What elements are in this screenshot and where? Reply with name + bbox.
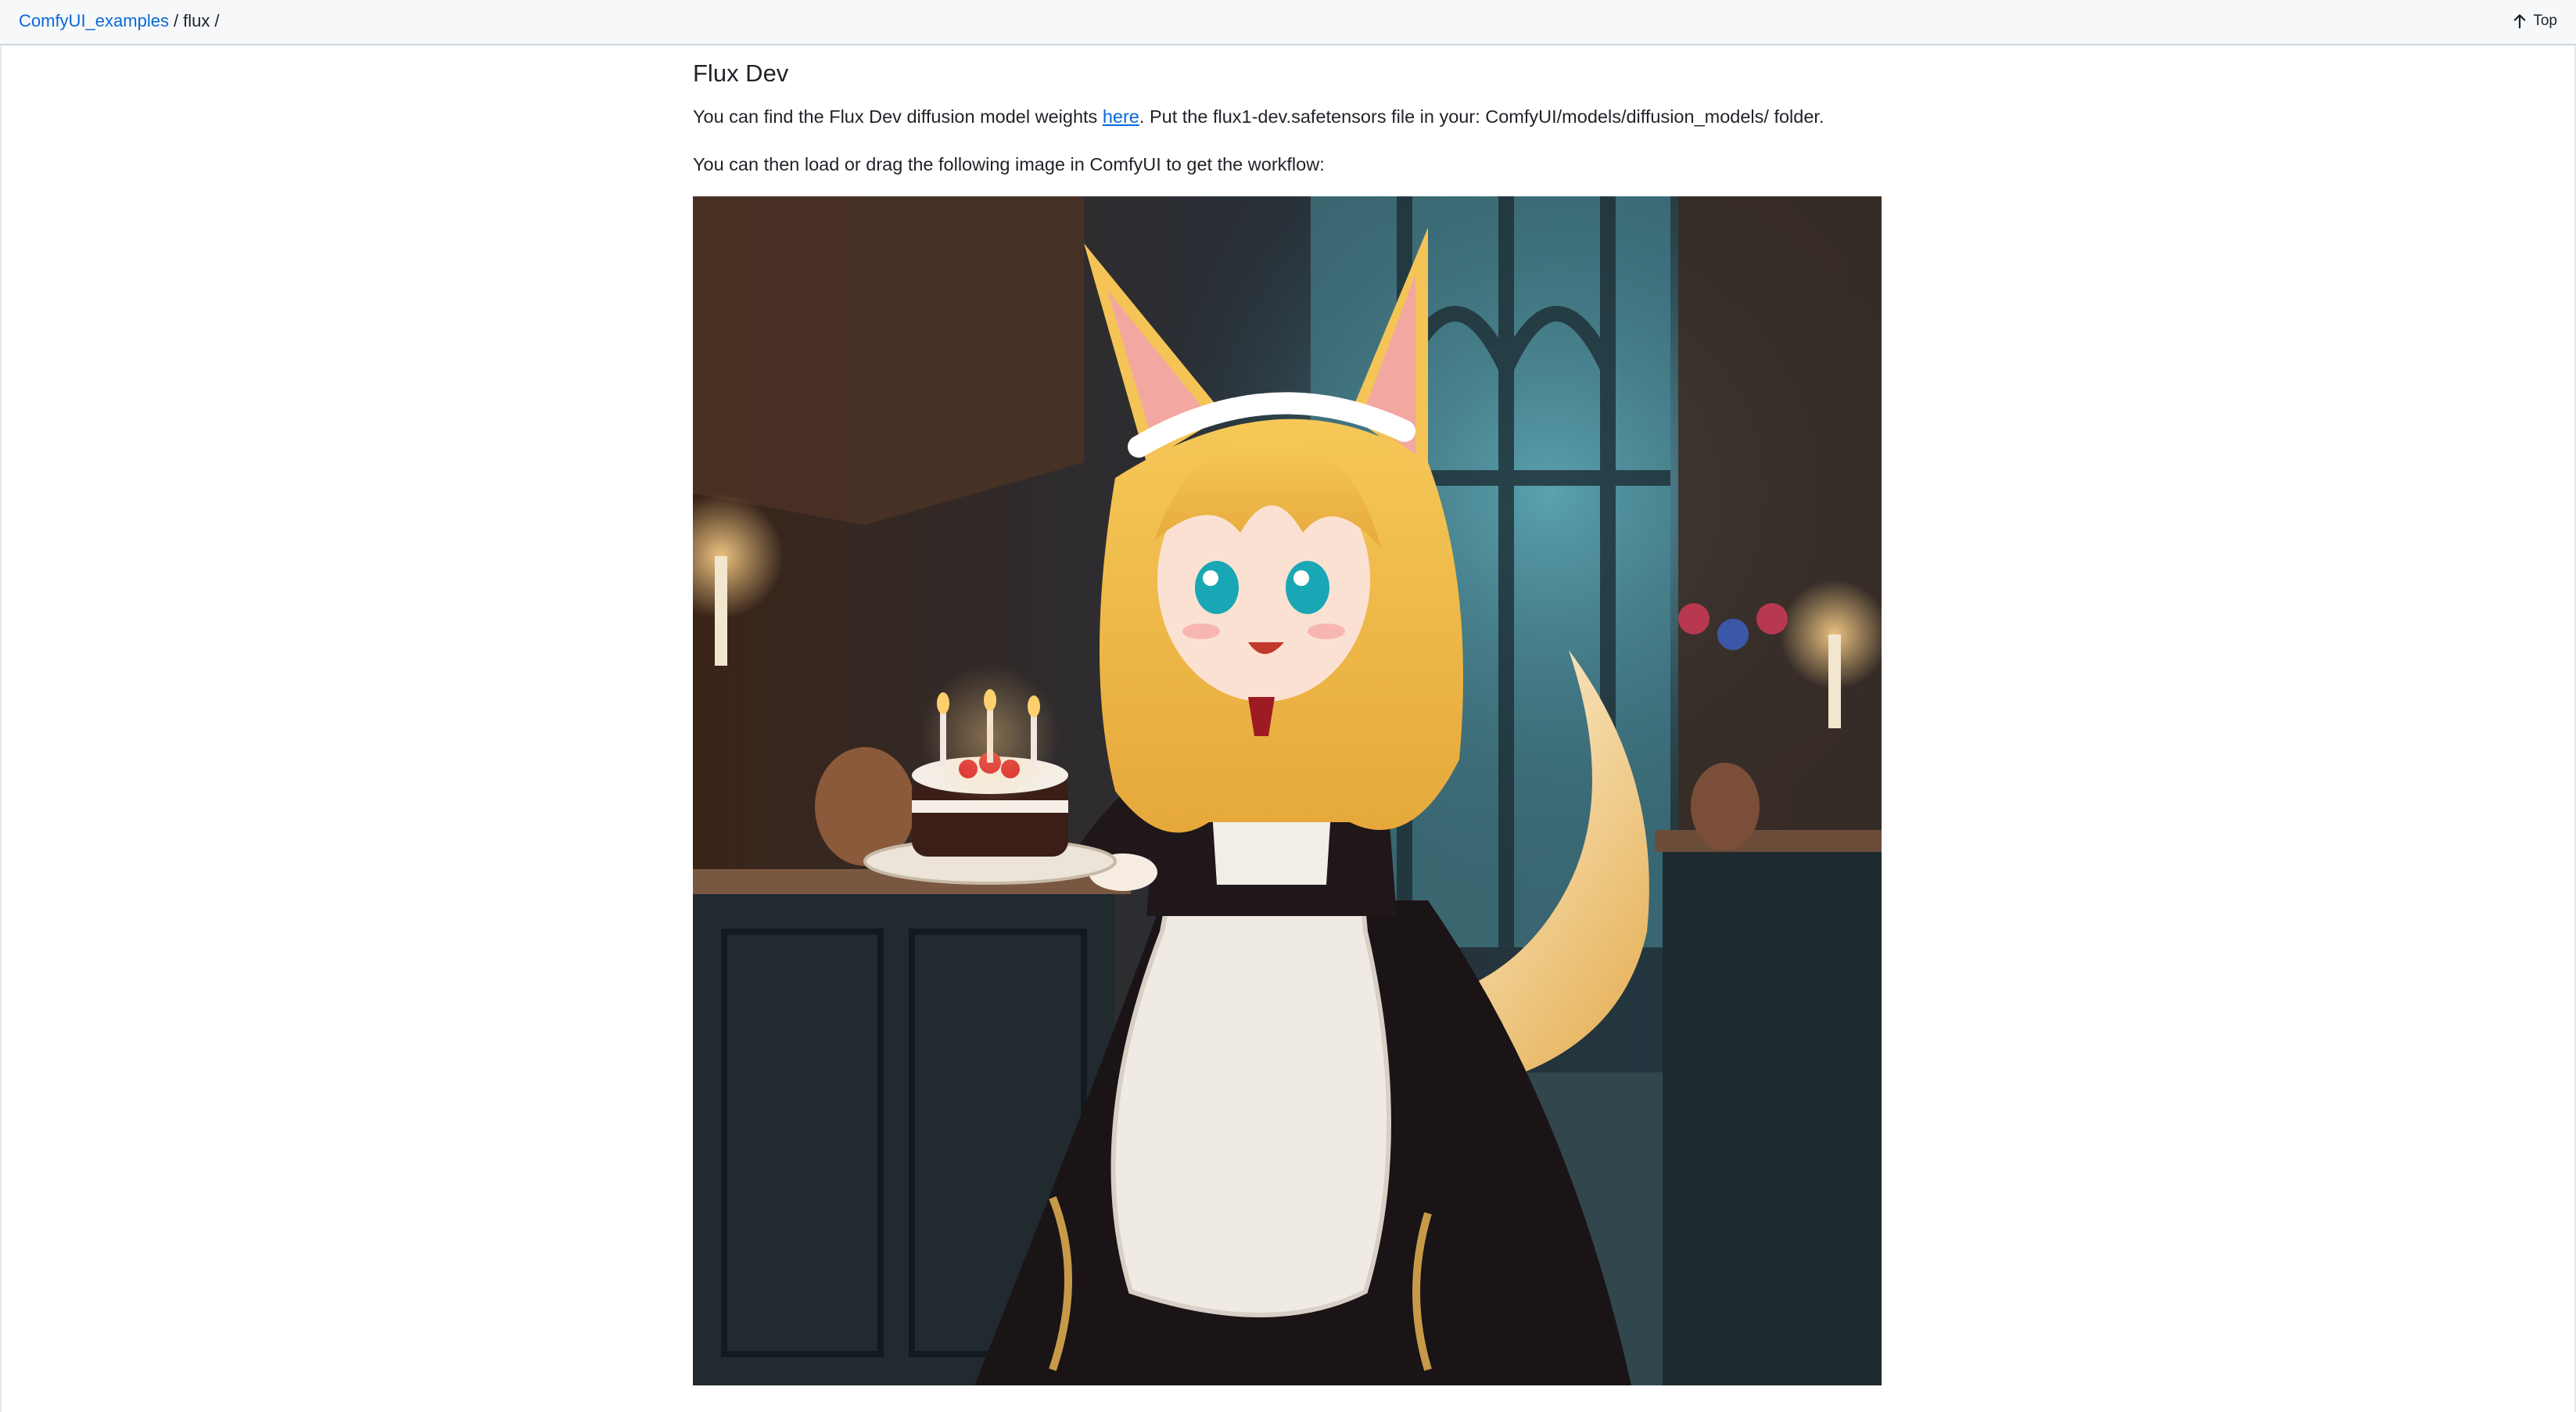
weights-link[interactable]: here (1103, 106, 1139, 127)
breadcrumb-root-link[interactable]: ComfyUI_examples (19, 11, 169, 31)
weights-paragraph: You can find the Flux Dev diffusion mode… (693, 103, 1824, 130)
top-button[interactable]: Top (2511, 10, 2557, 32)
workflow-paragraph: You can then load or drag the following … (693, 154, 1325, 174)
breadcrumb: ComfyUI_examples / flux / (19, 10, 224, 32)
arrow-up-icon (2511, 13, 2528, 30)
breadcrumb-current: flux (183, 11, 210, 31)
workflow-image[interactable] (693, 196, 1882, 1385)
breadcrumb-separator: / (173, 11, 179, 31)
top-bar: ComfyUI_examples / flux / Top (0, 0, 2576, 45)
page-title: Flux Dev (693, 59, 789, 87)
top-button-label: Top (2533, 13, 2557, 29)
left-border (0, 45, 2, 1412)
paragraph-text: . Put the flux1-dev.safetensors file in … (1139, 106, 1824, 127)
breadcrumb-separator: / (214, 11, 220, 31)
paragraph-text: You can find the Flux Dev diffusion mode… (693, 106, 1103, 127)
